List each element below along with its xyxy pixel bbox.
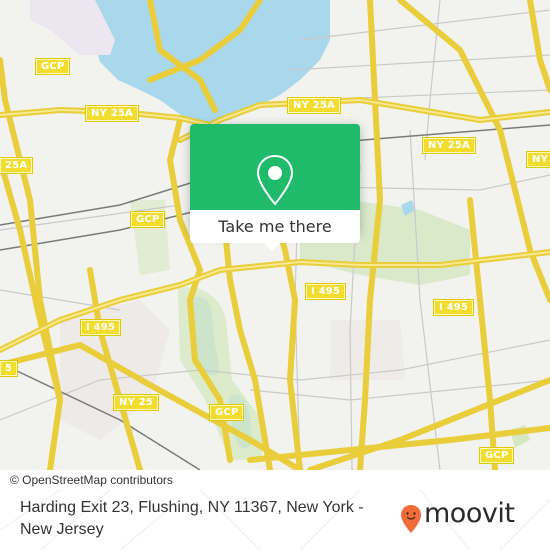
route-shield: I 495 (304, 283, 347, 300)
footer: Harding Exit 23, Flushing, NY 11367, New… (0, 490, 550, 550)
route-shield: I 495 (432, 299, 475, 316)
route-shield: I 495 (79, 319, 122, 336)
popup-pointer (263, 242, 281, 251)
moovit-brand[interactable]: moovit (400, 498, 540, 540)
route-shield: NY (525, 151, 550, 168)
route-shield: NY 25A (422, 137, 476, 154)
location-popup: Take me there (190, 124, 360, 251)
route-shield: GCP (208, 404, 245, 421)
moovit-wordmark: moovit (424, 498, 515, 529)
map-pin-icon (256, 154, 294, 206)
location-address: Harding Exit 23, Flushing, NY 11367, New… (20, 499, 364, 538)
take-me-there-button[interactable]: Take me there (190, 210, 360, 243)
route-shield: GCP (34, 58, 71, 75)
route-shield: NY 25 (112, 394, 160, 411)
map-view[interactable]: GCP NY 25A NY 25A NY 25A NY GCP I 495 I … (0, 0, 550, 470)
route-shield: 5 (0, 360, 19, 377)
route-shield: GCP (129, 211, 166, 228)
route-shield: NY 25A (85, 105, 139, 122)
route-shield: NY 25A (287, 97, 341, 114)
route-shield: 25A (0, 157, 34, 174)
moovit-logo-icon (401, 505, 421, 533)
route-shield: GCP (478, 447, 515, 464)
map-attribution[interactable]: © OpenStreetMap contributors (0, 470, 200, 490)
